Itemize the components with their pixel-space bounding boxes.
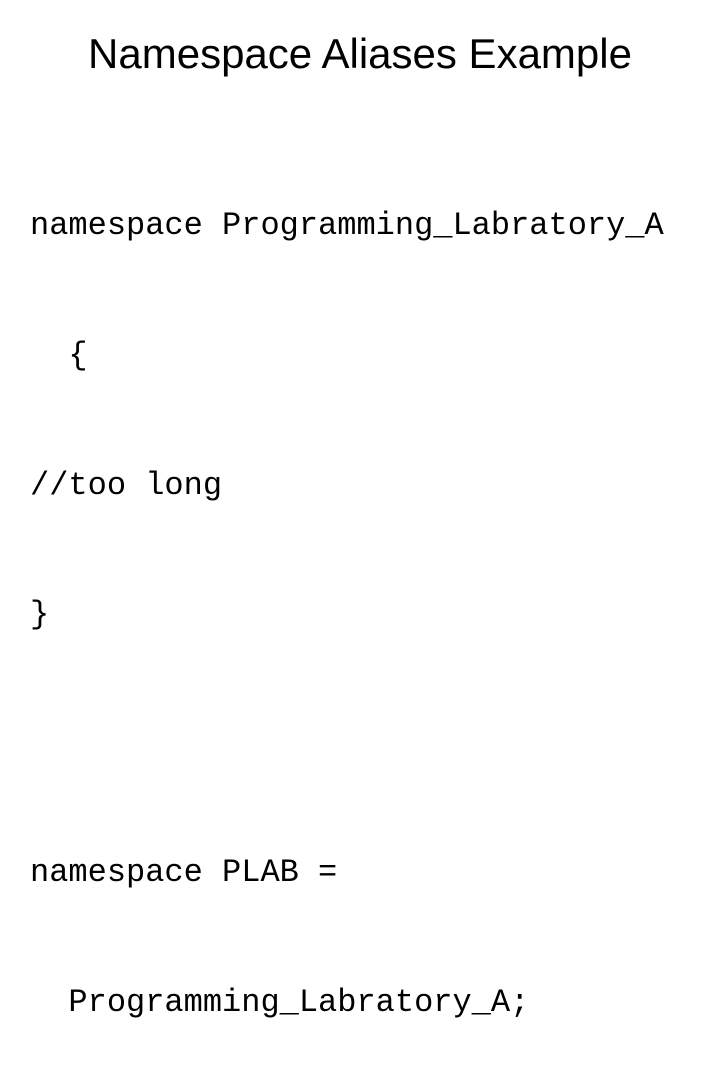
code-line: Programming_Labratory_A;	[30, 981, 690, 1024]
code-line: {	[30, 334, 690, 377]
code-line: namespace PLAB =	[30, 851, 690, 894]
code-block-1: namespace Programming_Labratory_A { //to…	[30, 118, 690, 723]
code-line: //too long	[30, 464, 690, 507]
code-line: }	[30, 593, 690, 636]
code-block-2: namespace PLAB = Programming_Labratory_A…	[30, 765, 690, 1080]
slide-title: Namespace Aliases Example	[30, 30, 690, 78]
slide: Namespace Aliases Example namespace Prog…	[0, 0, 720, 540]
code-line: namespace Programming_Labratory_A	[30, 204, 690, 247]
